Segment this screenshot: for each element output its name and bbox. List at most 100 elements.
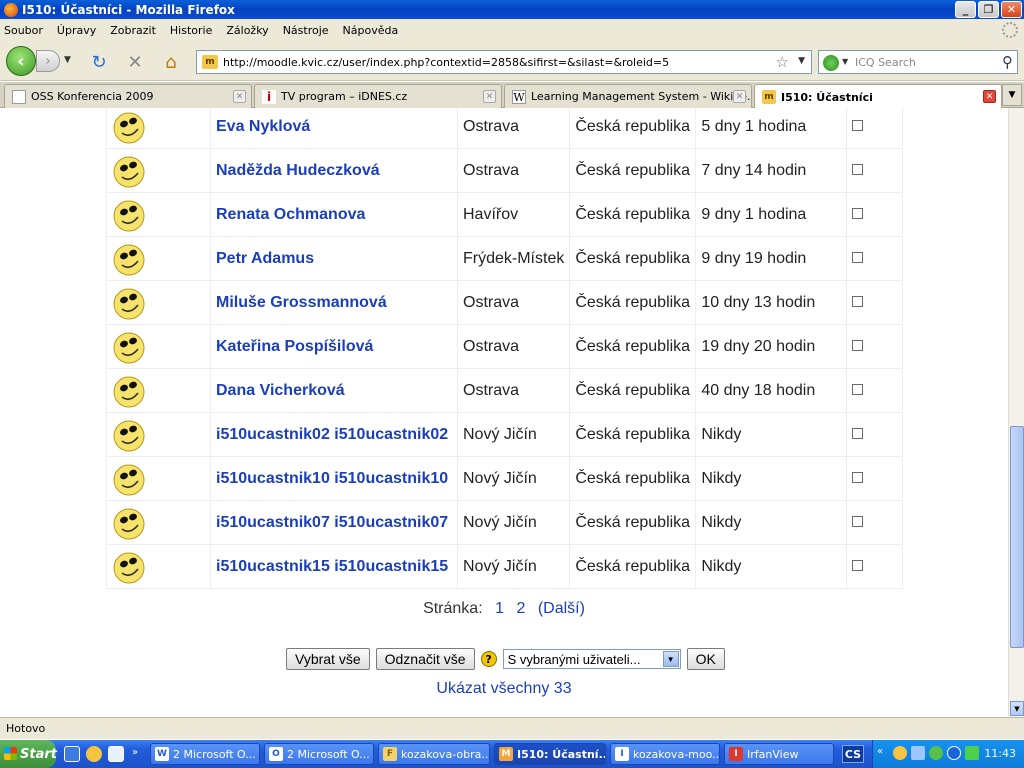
window-title: I510: Účastníci - Mozilla Firefox xyxy=(22,2,235,17)
show-desktop-icon[interactable] xyxy=(64,746,80,762)
firefox-quicklaunch-icon[interactable] xyxy=(86,746,102,762)
user-picture-cell[interactable] xyxy=(106,544,211,589)
tab-lms-wikipedia[interactable]: W Learning Management System - Wikipe...… xyxy=(504,84,752,108)
user-select-checkbox[interactable] xyxy=(852,427,864,439)
close-tab-icon[interactable]: ✕ xyxy=(983,90,996,103)
user-name-link[interactable]: Renata Ochmanova xyxy=(216,206,365,223)
user-picture-cell[interactable] xyxy=(106,148,211,193)
user-name-link[interactable]: Eva Nyklová xyxy=(216,118,310,135)
user-name-cell: i510ucastnik10 i510ucastnik10 xyxy=(210,456,458,501)
tray-expand-icon[interactable]: « xyxy=(877,746,891,760)
page-link-2[interactable]: 2 xyxy=(516,600,525,617)
search-icon[interactable]: ⚲ xyxy=(1002,53,1013,71)
menu-soubor[interactable]: Soubor xyxy=(4,24,43,37)
ie-quicklaunch-icon[interactable] xyxy=(108,746,124,762)
history-dropdown-icon[interactable]: ▼ xyxy=(64,55,71,65)
close-tab-icon[interactable]: ✕ xyxy=(733,90,746,103)
user-city: Ostrava xyxy=(456,108,571,149)
user-name-cell: Petr Adamus xyxy=(210,236,458,281)
scroll-down-icon[interactable]: ▼ xyxy=(1010,701,1024,716)
close-tab-icon[interactable]: ✕ xyxy=(233,90,246,103)
close-tab-icon[interactable]: ✕ xyxy=(483,90,496,103)
user-select-checkbox[interactable] xyxy=(852,515,864,527)
user-select-checkbox[interactable] xyxy=(852,471,864,483)
task-irfanview[interactable]: I IrfanView xyxy=(724,743,834,765)
user-picture-cell[interactable] xyxy=(106,368,211,413)
user-name-link[interactable]: Miluše Grossmannová xyxy=(216,294,387,311)
forward-button[interactable]: › xyxy=(36,50,60,72)
tab-oss-konferencia[interactable]: OSS Konferencia 2009 ✕ xyxy=(4,84,252,108)
back-button[interactable]: ‹ xyxy=(6,46,36,76)
reload-icon[interactable]: ↻ xyxy=(88,51,110,73)
menu-zobrazit[interactable]: Zobrazit xyxy=(110,24,156,37)
user-picture-cell[interactable] xyxy=(106,500,211,545)
user-name-link[interactable]: Dana Vicherková xyxy=(216,382,345,399)
tray-network-icon[interactable] xyxy=(911,746,925,760)
menu-upravy[interactable]: Úpravy xyxy=(57,24,96,37)
deselect-all-button[interactable]: Odznačit vše xyxy=(375,648,475,670)
user-picture-cell[interactable] xyxy=(106,192,211,237)
user-select-checkbox[interactable] xyxy=(852,295,864,307)
tray-bluetooth-icon[interactable] xyxy=(947,746,961,760)
next-page-link[interactable]: (Další) xyxy=(538,600,585,617)
task-image-viewer[interactable]: I kozakova-moo... xyxy=(610,743,720,765)
vertical-scrollbar[interactable]: ▼ xyxy=(1008,108,1024,716)
url-bar[interactable]: m http://moodle.kvic.cz/user/index.php?c… xyxy=(196,50,812,74)
scrollbar-thumb[interactable] xyxy=(1010,426,1024,648)
user-name-link[interactable]: Kateřina Pospíšilová xyxy=(216,338,373,355)
search-engine-dropdown-icon[interactable]: ▼ xyxy=(842,57,848,66)
user-select-checkbox[interactable] xyxy=(852,251,864,263)
chevron-down-icon[interactable]: ▼ xyxy=(662,651,679,667)
tray-wifi-icon[interactable] xyxy=(965,746,979,760)
close-window-button[interactable]: ✕ xyxy=(1001,1,1022,18)
tab-list-dropdown-icon[interactable]: ▼ xyxy=(1002,84,1022,106)
home-icon[interactable]: ⌂ xyxy=(160,51,182,73)
language-indicator[interactable]: CS xyxy=(842,745,864,763)
user-picture-cell[interactable] xyxy=(106,236,211,281)
tab-i510-ucastnici[interactable]: m I510: Účastníci ✕ xyxy=(754,84,1002,109)
user-name-link[interactable]: Petr Adamus xyxy=(216,250,314,267)
search-bar[interactable]: ▼ ICQ Search ⚲ xyxy=(818,50,1018,74)
page-link-1[interactable]: 1 xyxy=(495,600,504,617)
bulk-action-select[interactable]: S vybranými uživateli... ▼ xyxy=(502,649,681,669)
menu-napoveda[interactable]: Nápověda xyxy=(343,24,399,37)
user-name-link[interactable]: i510ucastnik10 i510ucastnik10 xyxy=(216,470,448,487)
task-firefox[interactable]: M I510: Účastní... xyxy=(494,743,606,765)
quicklaunch-expand-icon[interactable]: » xyxy=(132,747,148,763)
url-dropdown-icon[interactable]: ▼ xyxy=(798,56,805,66)
user-select-checkbox[interactable] xyxy=(852,339,864,351)
tab-tv-program[interactable]: i TV program – iDNES.cz ✕ xyxy=(254,84,502,108)
tray-flower-icon[interactable] xyxy=(929,746,943,760)
menu-zalozky[interactable]: Záložky xyxy=(226,24,268,37)
start-button[interactable]: Start xyxy=(0,740,57,768)
user-select-checkbox[interactable] xyxy=(852,163,864,175)
user-name-link[interactable]: i510ucastnik02 i510ucastnik02 xyxy=(216,426,448,443)
user-select-checkbox[interactable] xyxy=(852,559,864,571)
task-word[interactable]: W 2 Microsoft O... xyxy=(150,743,260,765)
select-all-button[interactable]: Vybrat vše xyxy=(286,648,370,670)
tray-icq-icon[interactable] xyxy=(893,746,907,760)
task-folder[interactable]: F kozakova-obra... xyxy=(378,743,490,765)
menu-nastroje[interactable]: Nástroje xyxy=(283,24,329,37)
show-all-link[interactable]: Ukázat všechny 33 xyxy=(0,680,1008,698)
ok-button[interactable]: OK xyxy=(686,648,725,670)
user-picture-cell[interactable] xyxy=(106,108,211,149)
user-select-checkbox[interactable] xyxy=(852,207,864,219)
user-picture-cell[interactable] xyxy=(106,456,211,501)
help-icon[interactable]: ? xyxy=(480,651,497,667)
user-select-checkbox[interactable] xyxy=(852,119,864,131)
task-outlook[interactable]: O 2 Microsoft O... xyxy=(264,743,374,765)
user-picture-cell[interactable] xyxy=(106,324,211,369)
icq-search-engine-icon[interactable] xyxy=(823,55,839,71)
user-name-link[interactable]: i510ucastnik07 i510ucastnik07 xyxy=(216,514,448,531)
user-name-link[interactable]: Naděžda Hudeczková xyxy=(216,162,380,179)
bookmark-star-icon[interactable]: ☆ xyxy=(776,53,789,71)
user-select-checkbox[interactable] xyxy=(852,383,864,395)
user-name-link[interactable]: i510ucastnik15 i510ucastnik15 xyxy=(216,558,448,575)
minimize-button[interactable]: _ xyxy=(955,1,976,18)
user-picture-cell[interactable] xyxy=(106,412,211,457)
menu-historie[interactable]: Historie xyxy=(170,24,212,37)
user-picture-cell[interactable] xyxy=(106,280,211,325)
maximize-button[interactable]: ❐ xyxy=(978,1,999,18)
stop-icon[interactable]: ✕ xyxy=(124,51,146,73)
